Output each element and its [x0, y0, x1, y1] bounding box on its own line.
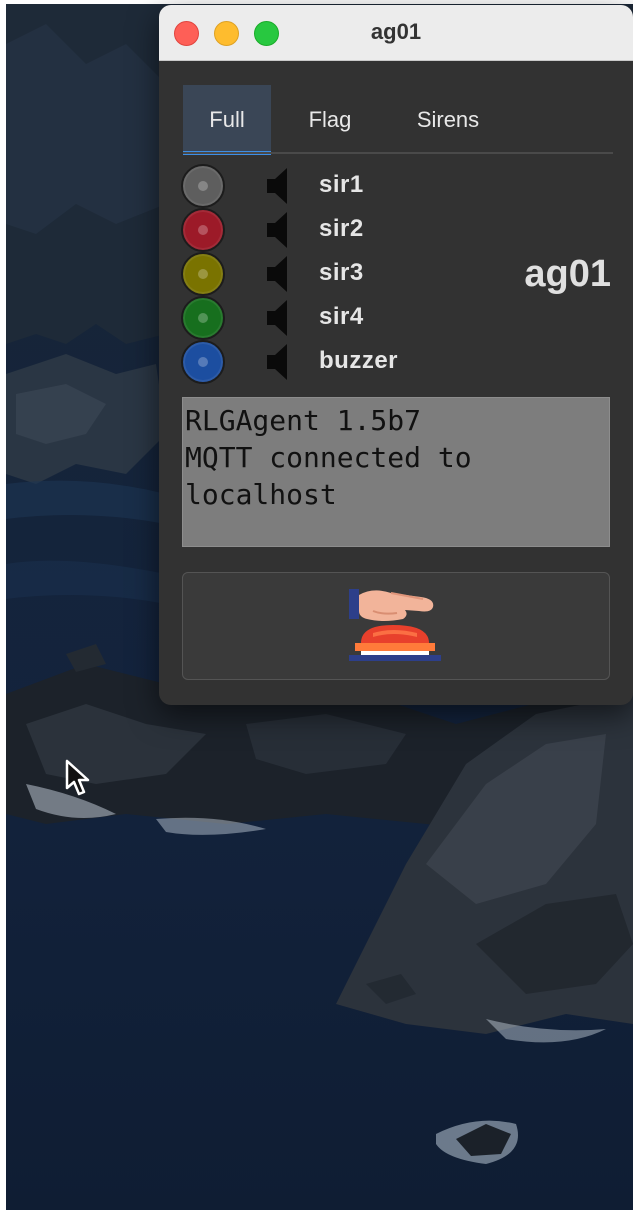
siren-row-sir4: sir4 [181, 296, 481, 340]
hand-pressing-red-button-icon [349, 589, 441, 661]
siren-label: sir1 [319, 171, 364, 198]
status-led[interactable] [181, 296, 225, 340]
agent-name-label: ag01 [524, 253, 611, 295]
speaker-icon[interactable] [265, 298, 291, 338]
mouse-cursor-icon [65, 759, 90, 796]
tab-divider [183, 152, 613, 154]
siren-label: sir4 [319, 303, 364, 330]
log-line: MQTT connected to [185, 441, 472, 474]
speaker-icon[interactable] [265, 210, 291, 250]
siren-row-sir3: sir3 [181, 252, 481, 296]
speaker-icon[interactable] [265, 254, 291, 294]
siren-row-sir1: sir1 [181, 164, 481, 208]
window-titlebar[interactable]: ag01 [159, 5, 633, 61]
siren-row-buzzer: buzzer [181, 340, 481, 384]
panic-button[interactable] [182, 572, 610, 680]
app-window: ag01 Full Flag Sirens sir1 sir2 sir3 sir… [159, 5, 633, 705]
siren-label: sir3 [319, 259, 364, 286]
log-line: localhost [185, 478, 337, 511]
tab-bar: Full Flag Sirens [183, 85, 613, 155]
status-led[interactable] [181, 252, 225, 296]
tab-sirens[interactable]: Sirens [403, 85, 493, 155]
log-output[interactable]: RLGAgent 1.5b7 MQTT connected to localho… [182, 397, 610, 547]
status-led[interactable] [181, 164, 225, 208]
window-title: ag01 [370, 19, 422, 44]
speaker-icon[interactable] [265, 342, 291, 382]
status-led[interactable] [181, 340, 225, 384]
siren-row-sir2: sir2 [181, 208, 481, 252]
siren-label: buzzer [319, 347, 399, 374]
log-line: RLGAgent 1.5b7 [185, 404, 422, 437]
tab-full[interactable]: Full [183, 85, 271, 155]
tab-flag[interactable]: Flag [295, 85, 365, 155]
siren-label: sir2 [319, 215, 364, 242]
status-led[interactable] [181, 208, 225, 252]
speaker-icon[interactable] [265, 166, 291, 206]
